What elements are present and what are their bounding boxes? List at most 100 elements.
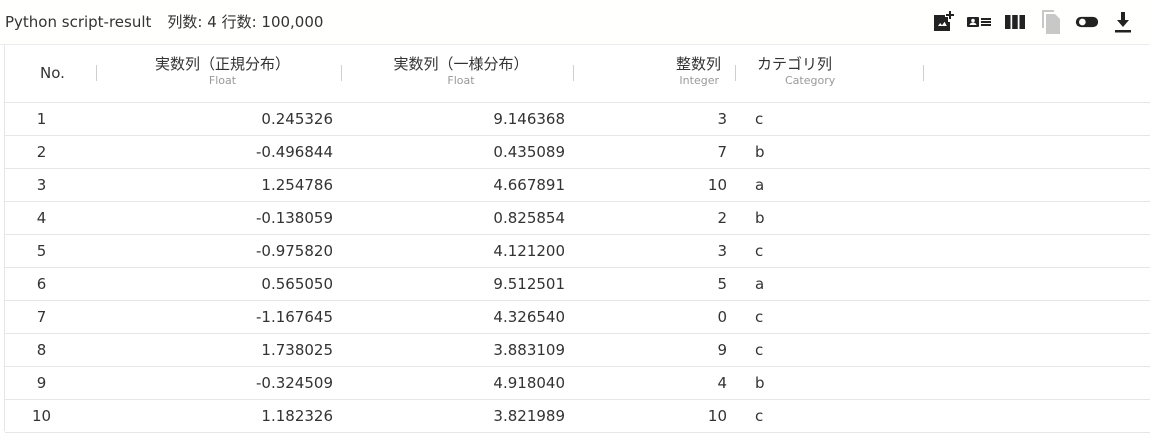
column-header-float-normal[interactable]: 実数列（正規分布） Float (100, 45, 345, 103)
cell-no: 2 (5, 135, 100, 169)
table-row[interactable]: 7 -1.167645 4.326540 0 c (5, 300, 1150, 334)
table-row[interactable]: 8 1.738025 3.883109 9 c (5, 333, 1150, 367)
table-row[interactable]: 3 1.254786 4.667891 10 a (5, 168, 1150, 202)
table-row[interactable]: 2 -0.496844 0.435089 7 b (5, 135, 1150, 169)
cell-filler (927, 267, 1150, 301)
table-row[interactable]: 1 0.245326 9.146368 3 c (5, 102, 1150, 136)
column-header-label: 実数列（一様分布） (393, 55, 529, 73)
cell-no: 6 (5, 267, 100, 301)
cell-no: 7 (5, 300, 100, 334)
column-header-category[interactable]: カテゴリ列 Category (739, 45, 927, 103)
cell-float-normal: 1.738025 (100, 333, 345, 367)
cell-category: b (739, 201, 927, 235)
cell-category: a (739, 267, 927, 301)
cell-float-normal: 0.245326 (100, 102, 345, 136)
cell-float-uniform: 9.512501 (345, 267, 577, 301)
result-header: Python script-result 列数: 4 行数: 100,000 (0, 0, 1150, 45)
table-row[interactable]: 10 1.182326 3.821989 10 c (5, 399, 1150, 433)
download-icon[interactable] (1110, 8, 1136, 36)
cell-integer: 2 (577, 201, 739, 235)
column-header-integer[interactable]: 整数列 Integer (577, 45, 739, 103)
cell-float-uniform: 0.435089 (345, 135, 577, 169)
cell-filler (927, 135, 1150, 169)
cell-category: c (739, 102, 927, 136)
cell-filler (927, 168, 1150, 202)
table-row[interactable]: 6 0.565050 9.512501 5 a (5, 267, 1150, 301)
cell-category: b (739, 135, 927, 169)
cell-filler (927, 234, 1150, 268)
cell-float-normal: -1.167645 (100, 300, 345, 334)
column-resize-handle[interactable] (735, 65, 736, 81)
column-header-type: Float (447, 74, 475, 87)
cell-float-uniform: 4.918040 (345, 366, 577, 400)
column-header-type: Float (208, 74, 237, 87)
cell-float-uniform: 0.825854 (345, 201, 577, 235)
data-table-container[interactable]: No. 実数列（正規分布） Float 実数列（一様分布） Float 整数列 … (4, 45, 1150, 433)
data-table: No. 実数列（正規分布） Float 実数列（一様分布） Float 整数列 … (5, 45, 1150, 433)
cell-no: 3 (5, 168, 100, 202)
column-header-type: Integer (679, 74, 719, 87)
column-resize-handle[interactable] (573, 65, 574, 81)
cell-float-normal: -0.975820 (100, 234, 345, 268)
result-title-bar: Python script-result 列数: 4 行数: 100,000 (5, 11, 323, 32)
table-row[interactable]: 9 -0.324509 4.918040 4 b (5, 366, 1150, 400)
cell-category: c (739, 399, 927, 433)
cell-float-normal: 1.254786 (100, 168, 345, 202)
column-header-float-uniform[interactable]: 実数列（一様分布） Float (345, 45, 577, 103)
toggle-icon[interactable] (1074, 8, 1100, 36)
column-resize-handle[interactable] (923, 65, 924, 81)
column-view-icon[interactable] (1002, 8, 1028, 36)
cell-filler (927, 201, 1150, 235)
column-header-no[interactable]: No. (5, 45, 100, 103)
column-header-label: カテゴリ列 (757, 55, 833, 73)
row-count: 行数: 100,000 (221, 13, 324, 31)
cell-float-normal: 0.565050 (100, 267, 345, 301)
cell-filler (927, 102, 1150, 136)
cell-no: 9 (5, 366, 100, 400)
column-count: 列数: 4 (167, 13, 217, 31)
table-row[interactable]: 4 -0.138059 0.825854 2 b (5, 201, 1150, 235)
cell-integer: 3 (577, 234, 739, 268)
cell-float-normal: -0.324509 (100, 366, 345, 400)
cell-filler (927, 399, 1150, 433)
cell-category: c (739, 300, 927, 334)
cell-filler (927, 300, 1150, 334)
cell-integer: 5 (577, 267, 739, 301)
cell-float-normal: -0.496844 (100, 135, 345, 169)
column-header-label: 整数列 (675, 55, 721, 73)
cell-integer: 4 (577, 366, 739, 400)
cell-no: 8 (5, 333, 100, 367)
cell-float-normal: -0.138059 (100, 201, 345, 235)
cell-category: b (739, 366, 927, 400)
column-header-filler (927, 45, 1150, 103)
card-view-icon[interactable] (966, 8, 992, 36)
cell-filler (927, 333, 1150, 367)
cell-category: a (739, 168, 927, 202)
column-header-label: 実数列（正規分布） (154, 55, 290, 73)
header-row: No. 実数列（正規分布） Float 実数列（一様分布） Float 整数列 … (5, 45, 1150, 103)
cell-integer: 9 (577, 333, 739, 367)
table-row[interactable]: 5 -0.975820 4.121200 3 c (5, 234, 1150, 268)
toolbar (930, 8, 1136, 36)
add-photo-icon[interactable] (930, 8, 956, 36)
cell-category: c (739, 333, 927, 367)
cell-float-uniform: 3.883109 (345, 333, 577, 367)
cell-float-uniform: 3.821989 (345, 399, 577, 433)
column-header-type: Category (785, 74, 836, 87)
cell-integer: 10 (577, 168, 739, 202)
cell-integer: 7 (577, 135, 739, 169)
cell-float-uniform: 4.121200 (345, 234, 577, 268)
cell-float-uniform: 4.326540 (345, 300, 577, 334)
cell-filler (927, 366, 1150, 400)
cell-no: 4 (5, 201, 100, 235)
cell-no: 10 (5, 399, 100, 433)
column-resize-handle[interactable] (341, 65, 342, 81)
cell-float-uniform: 4.667891 (345, 168, 577, 202)
cell-category: c (739, 234, 927, 268)
cell-float-uniform: 9.146368 (345, 102, 577, 136)
column-resize-handle[interactable] (96, 65, 97, 81)
copy-icon[interactable] (1038, 8, 1064, 36)
cell-integer: 0 (577, 300, 739, 334)
cell-float-normal: 1.182326 (100, 399, 345, 433)
cell-integer: 3 (577, 102, 739, 136)
